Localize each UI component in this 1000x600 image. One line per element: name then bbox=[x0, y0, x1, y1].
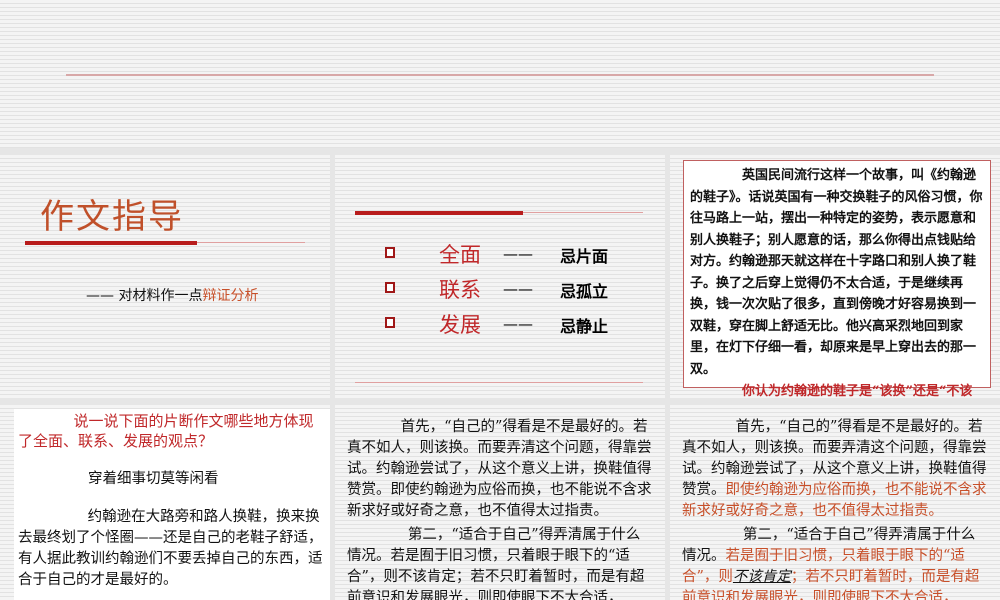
slide-thumbnail-1[interactable] bbox=[0, 0, 1000, 148]
bullet-dash: —— bbox=[503, 245, 533, 263]
bullet-avoid: 忌静止 bbox=[560, 317, 609, 336]
essay-body: 约翰逊在大路旁和路人换鞋，换来换去最终划了个怪圈——还是自己的老鞋子舒适，有人据… bbox=[18, 509, 323, 588]
text-block: 首先，“自己的”得看是不是最好的。若真不如人，则该换。而要弄清这个问题，得靠尝试… bbox=[347, 417, 652, 600]
bullet-term: 发展 bbox=[439, 313, 481, 337]
slide-thumbnail-3[interactable]: 全面 —— 忌片面 联系 —— 忌孤立 发展 —— 忌静止 bbox=[335, 155, 665, 398]
subtitle-highlight: 辩证分析 bbox=[202, 288, 259, 304]
story-box: 英国民间流行这样一个故事，叫《约翰逊的鞋子》。话说英国有一种交换鞋子的风俗习惯，… bbox=[683, 160, 991, 398]
bullet-term: 全面 bbox=[439, 243, 481, 267]
bullet-dash: —— bbox=[503, 280, 533, 298]
essay-heading: 穿着细事切莫等闲看 bbox=[88, 471, 219, 487]
bottom-line bbox=[355, 382, 643, 383]
bullet-item-1: 全面 —— 忌片面 bbox=[335, 239, 665, 269]
slide-thumbnail-7[interactable]: 首先，“自己的”得看是不是最好的。若真不如人，则该换。而要弄清这个问题，得靠尝试… bbox=[670, 405, 1000, 600]
divider-line bbox=[66, 74, 934, 76]
square-bullet-icon bbox=[385, 317, 395, 328]
paragraph-1: 首先，“自己的”得看是不是最好的。若真不如人，则该换。而要弄清这个问题，得靠尝试… bbox=[347, 419, 652, 519]
slide-thumbnail-4[interactable]: 英国民间流行这样一个故事，叫《约翰逊的鞋子》。话说英国有一种交换鞋子的风俗习惯，… bbox=[670, 155, 1000, 398]
top-bar bbox=[355, 211, 523, 215]
text-block: 首先，“自己的”得看是不是最好的。若真不如人，则该换。而要弄清这个问题，得靠尝试… bbox=[682, 417, 987, 600]
title-underline-thin bbox=[197, 242, 305, 243]
text-box: 说一说下面的片断作文哪些地方体现了全面、联系、发展的观点？ 穿着细事切莫等闲看 … bbox=[14, 409, 330, 600]
title-underline bbox=[25, 241, 197, 245]
slide-title: 作文指导 bbox=[40, 197, 184, 237]
story-question: 你认为约翰逊的鞋子是“该换”还是“不该换”？并且简要地说明理由。 bbox=[742, 384, 973, 398]
paragraph-2: 第二，“适合于自己”得弄清属于什么情况。若是囿于旧习惯，只着眼于眼下的“适合”，… bbox=[682, 525, 987, 600]
slide-thumbnail-6[interactable]: 首先，“自己的”得看是不是最好的。若真不如人，则该换。而要弄清这个问题，得靠尝试… bbox=[335, 405, 665, 600]
slide-thumbnail-2[interactable]: 作文指导 —— 对材料作一点辩证分析 bbox=[0, 155, 330, 398]
story-text: 英国民间流行这样一个故事，叫《约翰逊的鞋子》。话说英国有一种交换鞋子的风俗习惯，… bbox=[690, 168, 983, 377]
bullet-item-3: 发展 —— 忌静止 bbox=[335, 309, 665, 339]
bullet-avoid: 忌孤立 bbox=[560, 282, 609, 301]
paragraph-1-highlight: 即使约翰逊为应俗而换，也不能说不含求新求好或好奇之意，也不值得太过指责。 bbox=[682, 482, 987, 519]
bullet-avoid: 忌片面 bbox=[560, 247, 609, 266]
paragraph-2: 第二，“适合于自己”得弄清属于什么情况。若是囿于旧习惯，只着眼于眼下的“适合”，… bbox=[347, 527, 645, 600]
paragraph-2-underlined: 不该肯定 bbox=[732, 569, 791, 585]
square-bullet-icon bbox=[385, 282, 395, 293]
slide-thumbnail-5[interactable]: 说一说下面的片断作文哪些地方体现了全面、联系、发展的观点？ 穿着细事切莫等闲看 … bbox=[0, 405, 330, 600]
prompt-text: 说一说下面的片断作文哪些地方体现了全面、联系、发展的观点？ bbox=[18, 412, 314, 450]
square-bullet-icon bbox=[385, 247, 395, 258]
paragraph-1: 首先，“自己的”得看是不是最好的。若真不如人，则该换。而要弄清这个问题，得靠尝试… bbox=[682, 417, 987, 522]
subtitle-prefix: —— 对材料作一点 bbox=[86, 288, 203, 304]
bullet-dash: —— bbox=[503, 315, 533, 333]
top-bar-thin bbox=[523, 212, 643, 213]
bullet-item-2: 联系 —— 忌孤立 bbox=[335, 274, 665, 304]
bullet-term: 联系 bbox=[439, 278, 481, 302]
slide-subtitle: —— 对材料作一点辩证分析 bbox=[86, 285, 258, 305]
